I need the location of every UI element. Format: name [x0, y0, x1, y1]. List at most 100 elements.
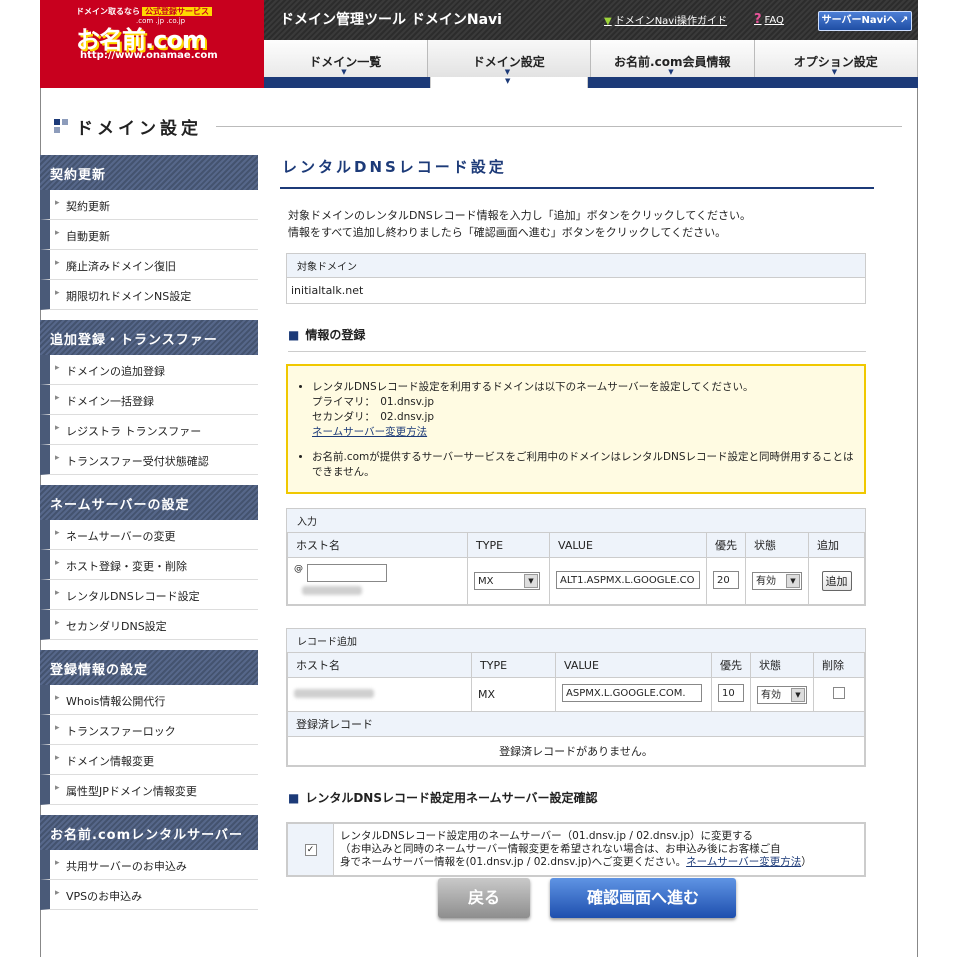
nameserver-notice: レンタルDNSレコード設定を利用するドメインは以下のネームサーバーを設定してくだ… [286, 364, 866, 494]
col-delete: 削除 [813, 652, 865, 678]
ns-change-link[interactable]: ネームサーバー変更方法 [312, 425, 854, 440]
frame-border-right [917, 88, 918, 957]
logo-tagline: ドメイン取るなら 公式登録サービス [76, 6, 212, 17]
chevron-down-icon: ▼ [791, 687, 805, 702]
chevron-down-icon: ▼ [831, 68, 838, 76]
faq-link[interactable]: ? FAQ [754, 12, 784, 27]
sidebar-group-transfer: 追加登録・トランスファー ドメインの追加登録 ドメイン一括登録 レジストラ トラ… [40, 320, 258, 475]
record-list-table: ホスト名 TYPE VALUE 優先 状態 削除 MX ASPMX.L.GOOG… [287, 652, 865, 766]
sidebar-item-auto-renewal[interactable]: 自動更新 [40, 220, 258, 250]
chevron-down-icon: ▼ [668, 68, 674, 76]
sidebar-heading: 追加登録・トランスファー [40, 320, 258, 355]
sidebar-item-whois-proxy[interactable]: Whois情報公開代行 [40, 685, 258, 715]
intro-line: 情報をすべて追加し終わりましたら「確認画面へ進む」ボタンをクリックしてください。 [288, 226, 727, 239]
table-row: MX ASPMX.L.GOOGLE.COM. 10 有効 ▼ [287, 677, 865, 712]
records-caption: レコード追加 [287, 629, 865, 652]
confirm-heading: レンタルDNSレコード設定用ネームサーバー設定確認 [288, 789, 866, 814]
status-select[interactable]: 有効 ▼ [752, 572, 802, 590]
record-input-table: ホスト名 TYPE VALUE 優先 状態 追加 @ MX ▼ ALT1.ASPM… [287, 532, 865, 605]
page-title: ドメイン設定 [54, 114, 202, 139]
sidebar-heading: ネームサーバーの設定 [40, 485, 258, 520]
next-button[interactable]: 確認画面へ進む [550, 878, 736, 918]
redacted-text [302, 586, 362, 595]
redacted-text [294, 689, 374, 698]
confirm-box: ✓ レンタルDNSレコード設定用のネームサーバー（01.dnsv.jp / 02… [286, 822, 866, 877]
server-navi-button[interactable]: サーバーNaviへ ↗ [818, 11, 912, 31]
sidebar-item-bulk-register[interactable]: ドメイン一括登録 [40, 385, 258, 415]
ns-change-checkbox[interactable]: ✓ [304, 844, 317, 856]
sidebar-item-domain-info[interactable]: ドメイン情報変更 [40, 745, 258, 775]
back-button[interactable]: 戻る [438, 878, 530, 918]
confirm-text: レンタルDNSレコード設定用のネームサーバー（01.dnsv.jp / 02.d… [333, 823, 865, 876]
record-priority-input[interactable]: 10 [718, 684, 744, 702]
sidebar-group-renewal: 契約更新 契約更新 自動更新 廃止済みドメイン復旧 期限切れドメインNS設定 [40, 155, 258, 310]
sidebar-item-vps[interactable]: VPSのお申込み [40, 880, 258, 910]
primary-ns: プライマリ： 01.dnsv.jp [312, 396, 435, 408]
col-add: 追加 [808, 532, 865, 558]
title-rule [216, 126, 902, 127]
host-prefix: @ [294, 564, 303, 574]
sidebar-heading: 契約更新 [40, 155, 258, 190]
col-host: ホスト名 [287, 532, 468, 558]
confirm-ns-link[interactable]: ネームサーバー変更方法 [686, 856, 801, 868]
col-priority: 優先 [711, 652, 751, 678]
input-caption: 入力 [287, 509, 865, 532]
guide-link[interactable]: ▼ ドメインNavi操作ガイド [604, 12, 727, 27]
sidebar-item-rental-dns[interactable]: レンタルDNSレコード設定 [40, 580, 258, 610]
sidebar-heading: 登録情報の設定 [40, 650, 258, 685]
sidebar-group-nameserver: ネームサーバーの設定 ネームサーバーの変更 ホスト登録・変更・削除 レンタルDN… [40, 485, 258, 640]
sidebar-item-transfer-status[interactable]: トランスファー受付状態確認 [40, 445, 258, 475]
logo-url: http://www.onamae.com [80, 50, 218, 61]
onamae-logo[interactable]: ドメイン取るなら 公式登録サービス .com .jp .co.jp お名前.com… [40, 0, 264, 88]
nav-underbar: ▼ [264, 77, 918, 88]
sidebar-item-ns-change[interactable]: ネームサーバーの変更 [40, 520, 258, 550]
registered-caption: 登録済レコード [287, 711, 865, 737]
col-status: 状態 [745, 532, 809, 558]
col-host: ホスト名 [287, 652, 472, 678]
record-status-select[interactable]: 有効 ▼ [757, 685, 807, 704]
sidebar-item-host-register[interactable]: ホスト登録・変更・削除 [40, 550, 258, 580]
table-row: @ MX ▼ ALT1.ASPMX.L.GOOGLE.CO 20 有効 ▼ 追加 [287, 557, 865, 605]
intro-text: 対象ドメインのレンタルDNSレコード情報を入力し「追加」ボタンをクリックしてくだ… [288, 207, 874, 241]
secondary-ns: セカンダリ： 02.dnsv.jp [312, 411, 435, 423]
section-title: レンタルDNSレコード設定 [280, 152, 874, 189]
value-input[interactable]: ALT1.ASPMX.L.GOOGLE.CO [556, 570, 700, 589]
host-input[interactable] [306, 564, 387, 582]
type-select[interactable]: MX ▼ [474, 572, 540, 590]
info-heading: 情報の登録 [288, 326, 866, 352]
record-value-input[interactable]: ASPMX.L.GOOGLE.COM. [562, 684, 702, 702]
tool-title: ドメイン管理ツール ドメインNavi [280, 12, 502, 28]
priority-input[interactable]: 20 [713, 570, 739, 589]
title-squares-icon [54, 118, 70, 135]
sidebar-item-shared-server[interactable]: 共用サーバーのお申込み [40, 850, 258, 880]
col-priority: 優先 [706, 532, 746, 558]
sidebar-heading: お名前.comレンタルサーバー [40, 815, 258, 850]
sidebar-item-registrar-transfer[interactable]: レジストラ トランスファー [40, 415, 258, 445]
chevron-down-icon: ▼ [505, 77, 511, 85]
active-tab-marker: ▼ [430, 77, 588, 88]
chevron-down-icon: ▼ [524, 574, 538, 588]
sidebar-item-restore[interactable]: 廃止済みドメイン復旧 [40, 250, 258, 280]
sidebar-item-transfer-lock[interactable]: トランスファーロック [40, 715, 258, 745]
col-type: TYPE [471, 652, 556, 678]
sidebar-item-secondary-dns[interactable]: セカンダリDNS設定 [40, 610, 258, 640]
action-buttons: 戻る 確認画面へ進む [438, 878, 736, 918]
record-input-box: 入力 ホスト名 TYPE VALUE 優先 状態 追加 @ MX ▼ ALT1.A… [286, 508, 866, 606]
delete-checkbox[interactable] [833, 687, 845, 699]
record-list-box: レコード追加 ホスト名 TYPE VALUE 優先 状態 削除 MX ASPMX… [286, 628, 866, 767]
sidebar: 契約更新 契約更新 自動更新 廃止済みドメイン復旧 期限切れドメインNS設定 追… [40, 155, 258, 920]
sidebar-item-add-domain[interactable]: ドメインの追加登録 [40, 355, 258, 385]
sidebar-item-expired-ns[interactable]: 期限切れドメインNS設定 [40, 280, 258, 310]
col-status: 状態 [750, 652, 814, 678]
add-button[interactable]: 追加 [821, 571, 852, 591]
chevron-down-icon: ▼ [786, 574, 800, 588]
sidebar-item-jp-domain-info[interactable]: 属性型JPドメイン情報変更 [40, 775, 258, 805]
question-icon: ? [754, 12, 762, 27]
beginner-icon: ▼ [604, 16, 612, 27]
intro-line: 対象ドメインのレンタルDNSレコード情報を入力し「追加」ボタンをクリックしてくだ… [288, 209, 752, 222]
col-value: VALUE [555, 652, 712, 678]
chevron-down-icon: ▼ [341, 68, 347, 76]
sidebar-item-renewal[interactable]: 契約更新 [40, 190, 258, 220]
sidebar-group-rental-server: お名前.comレンタルサーバー 共用サーバーのお申込み VPSのお申込み [40, 815, 258, 910]
chevron-down-icon: ▼ [504, 68, 511, 76]
